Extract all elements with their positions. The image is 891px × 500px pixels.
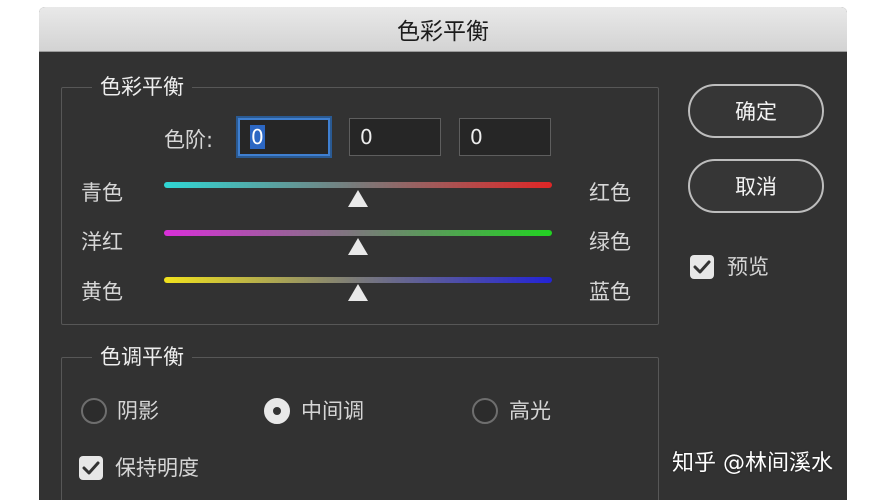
level-input-magenta-green[interactable]: 0	[349, 118, 441, 156]
color-balance-dialog: 色彩平衡 色彩平衡 色阶: 0 0 0 青色 红色 洋红 绿色 黄色 蓝色 色调…	[39, 7, 847, 500]
slider-label-cyan: 青色	[81, 181, 123, 205]
radio-highlights[interactable]	[472, 398, 498, 424]
radio-shadows[interactable]	[81, 398, 107, 424]
checkmark-icon	[82, 461, 100, 475]
level-value-magenta-green: 0	[360, 125, 373, 149]
magenta-green-slider-thumb[interactable]	[347, 238, 369, 256]
slider-label-red: 红色	[589, 181, 631, 205]
levels-label: 色阶:	[164, 128, 214, 152]
cyan-red-slider-track[interactable]	[164, 182, 552, 188]
slider-label-blue: 蓝色	[589, 280, 631, 304]
level-value-yellow-blue: 0	[470, 125, 483, 149]
radio-label-highlights[interactable]: 高光	[509, 396, 551, 426]
preserve-luminosity-label[interactable]: 保持明度	[115, 453, 199, 483]
slider-thumb-icon	[348, 238, 368, 255]
preview-checkbox[interactable]	[690, 255, 714, 279]
cyan-red-slider-thumb[interactable]	[347, 190, 369, 208]
cancel-button[interactable]: 取消	[688, 159, 824, 213]
level-value-cyan-red: 0	[250, 125, 265, 149]
level-input-cyan-red[interactable]: 0	[238, 118, 330, 156]
radio-label-midtones[interactable]: 中间调	[301, 396, 364, 426]
yellow-blue-slider-thumb[interactable]	[347, 284, 369, 302]
slider-label-yellow: 黄色	[81, 280, 123, 304]
slider-thumb-icon	[348, 190, 368, 207]
magenta-green-slider-track[interactable]	[164, 230, 552, 236]
yellow-blue-slider-track[interactable]	[164, 277, 552, 283]
slider-label-magenta: 洋红	[81, 230, 123, 254]
checkmark-icon	[693, 260, 711, 274]
slider-thumb-icon	[348, 284, 368, 301]
radio-label-shadows[interactable]: 阴影	[117, 396, 159, 426]
slider-label-green: 绿色	[589, 230, 631, 254]
preserve-luminosity-checkbox[interactable]	[79, 456, 103, 480]
color-balance-group-title: 色彩平衡	[92, 72, 192, 102]
dialog-title: 色彩平衡	[39, 7, 847, 52]
preview-label[interactable]: 预览	[727, 252, 769, 282]
level-input-yellow-blue[interactable]: 0	[459, 118, 551, 156]
watermark: 知乎 @林间溪水	[672, 451, 833, 476]
tone-balance-group-title: 色调平衡	[92, 342, 192, 372]
ok-button[interactable]: 确定	[688, 84, 824, 138]
radio-midtones[interactable]	[264, 398, 290, 424]
